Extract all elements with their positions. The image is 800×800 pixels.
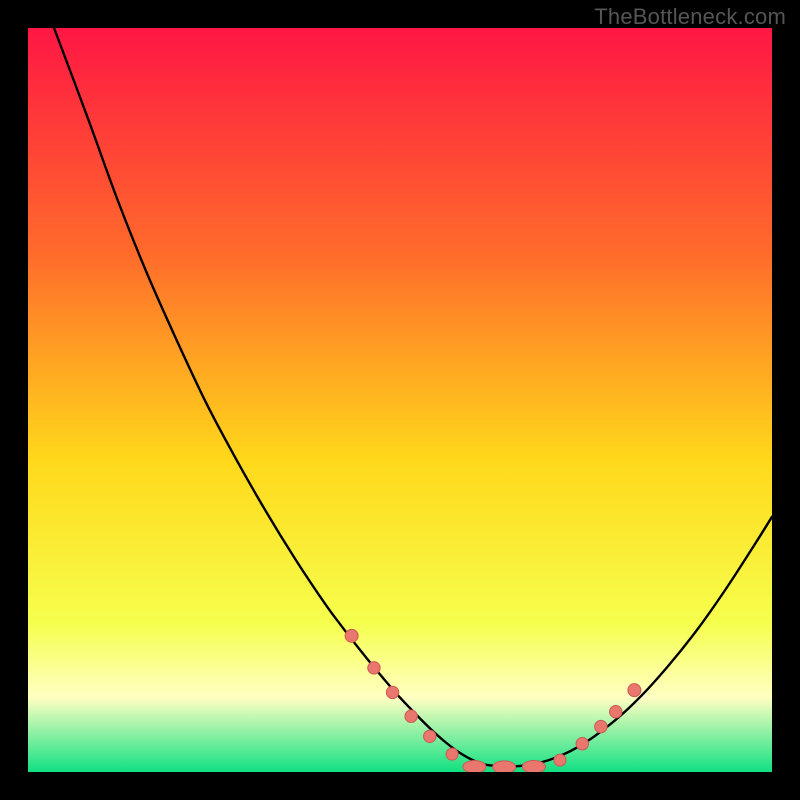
curve-marker (628, 684, 641, 697)
curve-marker (405, 710, 417, 722)
curve-marker (386, 686, 398, 698)
curve-marker (554, 754, 566, 766)
plot-area (28, 28, 772, 772)
watermark-text: TheBottleneck.com (594, 4, 786, 30)
curve-marker (493, 761, 516, 772)
bottleneck-chart (28, 28, 772, 772)
curve-marker (576, 738, 588, 750)
gradient-background (28, 28, 772, 772)
curve-marker (345, 629, 358, 642)
curve-marker (595, 720, 607, 732)
curve-marker (368, 662, 380, 674)
curve-marker (610, 706, 622, 718)
curve-marker (522, 760, 545, 772)
curve-marker (424, 730, 436, 742)
curve-marker (463, 760, 486, 772)
curve-marker (446, 748, 458, 760)
outer-frame: TheBottleneck.com (0, 0, 800, 800)
